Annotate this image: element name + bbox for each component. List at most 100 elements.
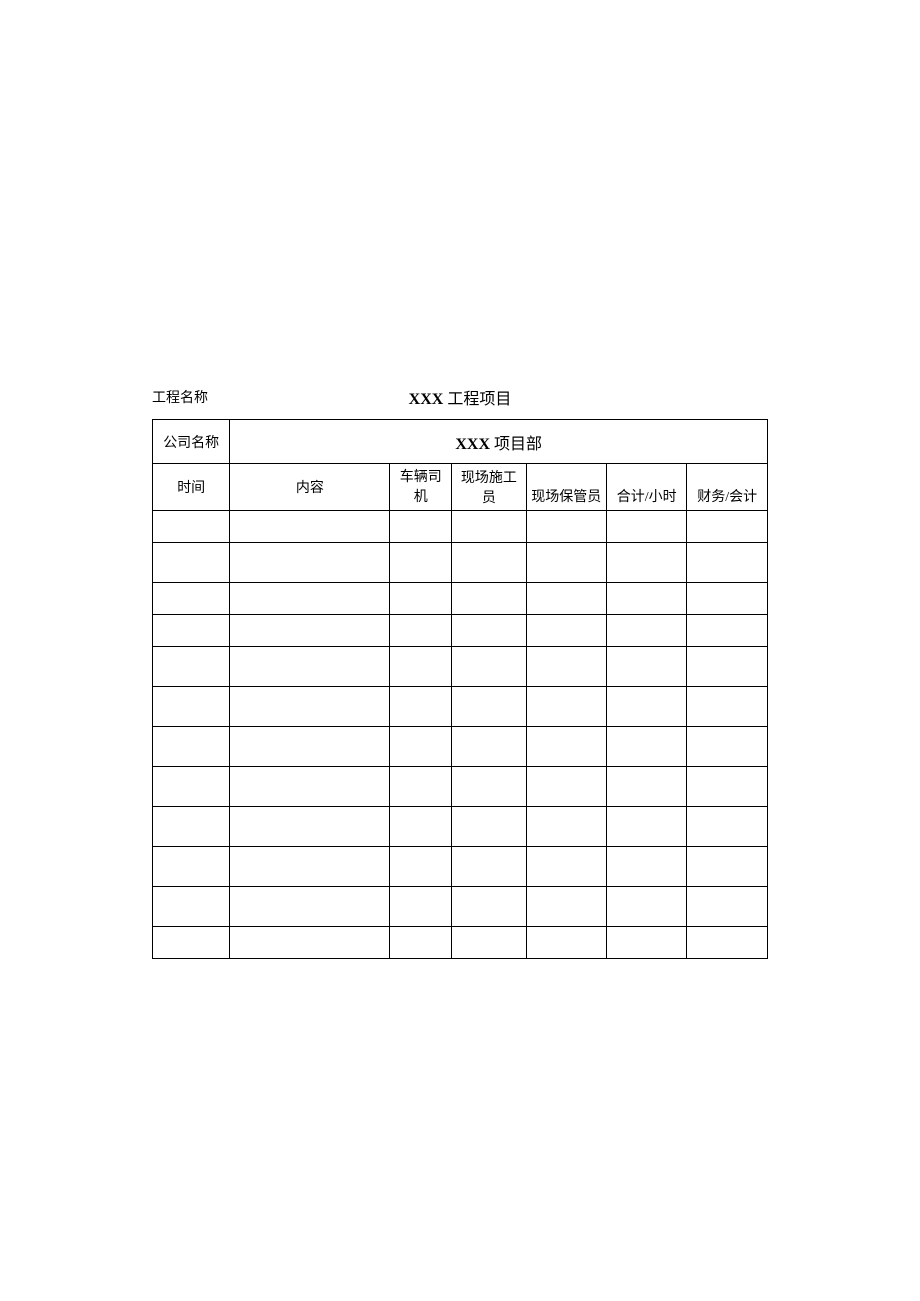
cell-driver: [390, 767, 452, 807]
project-title-rest: 工程项目: [443, 391, 511, 408]
cell-keeper: [526, 807, 606, 847]
cell-time: [153, 543, 230, 583]
cell-driver: [390, 647, 452, 687]
project-header-row: 工程名称 XXX 工程项目: [152, 385, 768, 409]
header-keeper: 现场保管员: [526, 464, 606, 511]
cell-content: [230, 727, 390, 767]
cell-worker: [452, 615, 526, 647]
cell-keeper: [526, 511, 606, 543]
cell-finance: [687, 543, 768, 583]
cell-finance: [687, 807, 768, 847]
cell-total: [607, 687, 687, 727]
cell-time: [153, 511, 230, 543]
cell-time: [153, 767, 230, 807]
header-worker: 现场施工员: [452, 464, 526, 511]
cell-time: [153, 847, 230, 887]
cell-time: [153, 615, 230, 647]
cell-driver: [390, 807, 452, 847]
cell-driver: [390, 887, 452, 927]
cell-finance: [687, 887, 768, 927]
table-row: [153, 647, 768, 687]
cell-worker: [452, 887, 526, 927]
company-title-rest: 项目部: [490, 436, 542, 453]
cell-keeper: [526, 647, 606, 687]
header-driver: 车辆司机: [390, 464, 452, 511]
cell-keeper: [526, 887, 606, 927]
document-container: 工程名称 XXX 工程项目 公司名称 XXX 项目部 时间 内容 车辆司机 现场…: [152, 385, 768, 959]
cell-finance: [687, 511, 768, 543]
cell-finance: [687, 615, 768, 647]
cell-worker: [452, 511, 526, 543]
table-row: [153, 927, 768, 959]
cell-finance: [687, 847, 768, 887]
header-total: 合计/小时: [607, 464, 687, 511]
cell-content: [230, 767, 390, 807]
cell-driver: [390, 847, 452, 887]
cell-keeper: [526, 615, 606, 647]
cell-driver: [390, 543, 452, 583]
cell-total: [607, 727, 687, 767]
cell-content: [230, 647, 390, 687]
cell-finance: [687, 927, 768, 959]
cell-total: [607, 887, 687, 927]
cell-finance: [687, 687, 768, 727]
project-title: XXX 工程项目: [227, 385, 768, 409]
cell-time: [153, 927, 230, 959]
cell-keeper: [526, 767, 606, 807]
table-row: [153, 727, 768, 767]
cell-worker: [452, 807, 526, 847]
table-row: [153, 847, 768, 887]
column-headers-row: 时间 内容 车辆司机 现场施工员 现场保管员 合计/小时 财务/会计: [153, 464, 768, 511]
table-row: [153, 807, 768, 847]
cell-worker: [452, 847, 526, 887]
cell-finance: [687, 727, 768, 767]
table-row: [153, 767, 768, 807]
cell-time: [153, 647, 230, 687]
cell-total: [607, 615, 687, 647]
header-content: 内容: [230, 464, 390, 511]
cell-worker: [452, 927, 526, 959]
table-row: [153, 687, 768, 727]
cell-total: [607, 583, 687, 615]
cell-driver: [390, 511, 452, 543]
cell-content: [230, 927, 390, 959]
cell-content: [230, 847, 390, 887]
cell-driver: [390, 727, 452, 767]
table-row: [153, 543, 768, 583]
cell-content: [230, 583, 390, 615]
cell-worker: [452, 583, 526, 615]
cell-total: [607, 647, 687, 687]
cell-worker: [452, 767, 526, 807]
cell-total: [607, 511, 687, 543]
cell-keeper: [526, 543, 606, 583]
cell-keeper: [526, 927, 606, 959]
company-row: 公司名称 XXX 项目部: [153, 420, 768, 464]
cell-finance: [687, 583, 768, 615]
cell-driver: [390, 583, 452, 615]
cell-worker: [452, 543, 526, 583]
cell-time: [153, 687, 230, 727]
cell-finance: [687, 647, 768, 687]
cell-total: [607, 543, 687, 583]
cell-total: [607, 807, 687, 847]
cell-time: [153, 583, 230, 615]
cell-worker: [452, 687, 526, 727]
cell-content: [230, 543, 390, 583]
table-row: [153, 887, 768, 927]
table-row: [153, 583, 768, 615]
cell-content: [230, 807, 390, 847]
cell-keeper: [526, 727, 606, 767]
cell-content: [230, 511, 390, 543]
cell-total: [607, 767, 687, 807]
cell-driver: [390, 687, 452, 727]
cell-content: [230, 887, 390, 927]
cell-keeper: [526, 847, 606, 887]
cell-total: [607, 847, 687, 887]
table-row: [153, 511, 768, 543]
cell-content: [230, 615, 390, 647]
cell-worker: [452, 647, 526, 687]
cell-driver: [390, 927, 452, 959]
cell-worker: [452, 727, 526, 767]
cell-driver: [390, 615, 452, 647]
header-finance: 财务/会计: [687, 464, 768, 511]
